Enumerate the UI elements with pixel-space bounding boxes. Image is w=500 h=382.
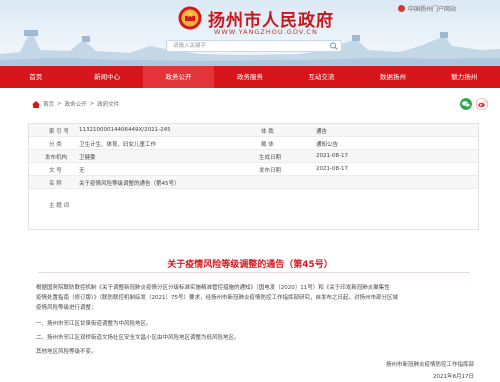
national-emblem-logo bbox=[178, 6, 202, 30]
portal-icon bbox=[398, 5, 405, 12]
breadcrumb: 首页 > 政务公开 > 政府文件 bbox=[32, 100, 119, 108]
article-paragraph-1-line-3: 疫情风险等级进行调整： bbox=[36, 305, 97, 311]
weibo-share-icon[interactable] bbox=[476, 98, 488, 110]
search-box bbox=[166, 40, 342, 52]
nav-public-affairs[interactable]: 政务公开 bbox=[142, 66, 215, 88]
carrier-value: 通知公告 bbox=[316, 142, 339, 148]
breadcrumb-public-affairs[interactable]: 政务公开 bbox=[65, 100, 87, 108]
search-input[interactable] bbox=[167, 41, 317, 51]
main-nav: 首页 新闻中心 政务公开 政务服务 互动交流 数据扬州 魅力扬州 bbox=[0, 66, 500, 88]
wechat-share-icon[interactable] bbox=[460, 98, 472, 110]
article-paragraph-1-line-2: 疫情处置指南（修订版）》（联防联控机制综发〔2021〕75号）要求，经扬州市新冠… bbox=[36, 295, 399, 301]
nav-data[interactable]: 数据扬州 bbox=[357, 66, 428, 88]
nav-news[interactable]: 新闻中心 bbox=[71, 66, 142, 88]
breadcrumb-gov-docs[interactable]: 政府文件 bbox=[97, 100, 119, 108]
index-label: 索 引 号 bbox=[49, 129, 69, 135]
title-divider bbox=[38, 272, 470, 273]
docno-label: 文 号 bbox=[49, 168, 62, 174]
meta-row: 分 类 卫生计生、体育、妇女儿童工作 载 体 通知公告 bbox=[29, 137, 478, 150]
genre-value: 通告 bbox=[316, 129, 328, 135]
share-bar bbox=[460, 98, 488, 110]
keywords-label: 主 题 词 bbox=[49, 203, 69, 209]
article-item-2: 二、扬州市邗江区双桥街道文扬社区安全文昌小区由中风险地区调整为低风险地区。 bbox=[36, 335, 240, 341]
name-label: 名 称 bbox=[49, 181, 62, 187]
created-label: 生成日期 bbox=[259, 155, 282, 161]
nav-home[interactable]: 首页 bbox=[0, 66, 71, 88]
created-value: 2021-08-17 bbox=[316, 153, 348, 159]
nav-services[interactable]: 政务服务 bbox=[214, 66, 285, 88]
meta-row: 发布机构 卫健委 生成日期 2021-08-17 bbox=[29, 150, 478, 163]
portal-link-label: 中国扬州门户网站 bbox=[408, 6, 457, 13]
meta-row: 主 题 词 bbox=[29, 189, 478, 229]
site-domain: WWW.YANGZHOU.GOV.CN bbox=[214, 28, 318, 36]
article-paragraph-2: 其他地区风险等级不变。 bbox=[36, 349, 97, 355]
genre-label: 体 裁 bbox=[261, 129, 274, 135]
meta-row: 索 引 号 11321000014406449X/2021-245 体 裁 通告 bbox=[29, 124, 478, 137]
article-signature: 扬州市新冠肺炎疫情防控工作指挥部 bbox=[385, 362, 474, 368]
published-label: 发布日期 bbox=[259, 168, 282, 174]
publisher-value: 卫健委 bbox=[79, 155, 96, 161]
article-paragraph-1-line-1: 根据国务院联防联控机制《关于调整新冠肺炎疫情分区分级标准实施精准管控措施的通知》… bbox=[36, 285, 390, 291]
breadcrumb-home[interactable]: 首页 bbox=[43, 100, 54, 108]
article-title: 关于疫情风险等级调整的通告（第45号） bbox=[167, 260, 333, 270]
name-value: 关于疫情风险等级调整的通告（第45号） bbox=[79, 181, 180, 187]
meta-row: 文 号 无 发布日期 2021-08-17 bbox=[29, 163, 478, 176]
nav-interaction[interactable]: 互动交流 bbox=[286, 66, 357, 88]
home-icon bbox=[32, 100, 40, 108]
category-value: 卫生计生、体育、妇女儿童工作 bbox=[79, 142, 157, 148]
page: 扬州市人民政府 WWW.YANGZHOU.GOV.CN 中国扬州门户网站 首页 … bbox=[0, 0, 500, 382]
site-header: 扬州市人民政府 WWW.YANGZHOU.GOV.CN 中国扬州门户网站 bbox=[0, 0, 500, 66]
nav-charm[interactable]: 魅力扬州 bbox=[429, 66, 500, 88]
published-value: 2021-08-17 bbox=[316, 166, 348, 172]
article-item-1: 一、扬州市邗江区甘泉街道调整为中风险地区。 bbox=[36, 321, 152, 327]
category-label: 分 类 bbox=[49, 142, 62, 148]
document-meta-table: 索 引 号 11321000014406449X/2021-245 体 裁 通告… bbox=[28, 123, 479, 230]
publisher-label: 发布机构 bbox=[45, 155, 68, 161]
index-value: 11321000014406449X/2021-245 bbox=[79, 127, 171, 133]
portal-link[interactable]: 中国扬州门户网站 bbox=[398, 4, 456, 13]
docno-value: 无 bbox=[79, 168, 85, 174]
carrier-label: 载 体 bbox=[261, 142, 274, 148]
meta-row: 名 称 关于疫情风险等级调整的通告（第45号） bbox=[29, 176, 478, 189]
article-date: 2021年8月17日 bbox=[433, 374, 474, 380]
search-icon[interactable] bbox=[329, 42, 339, 50]
